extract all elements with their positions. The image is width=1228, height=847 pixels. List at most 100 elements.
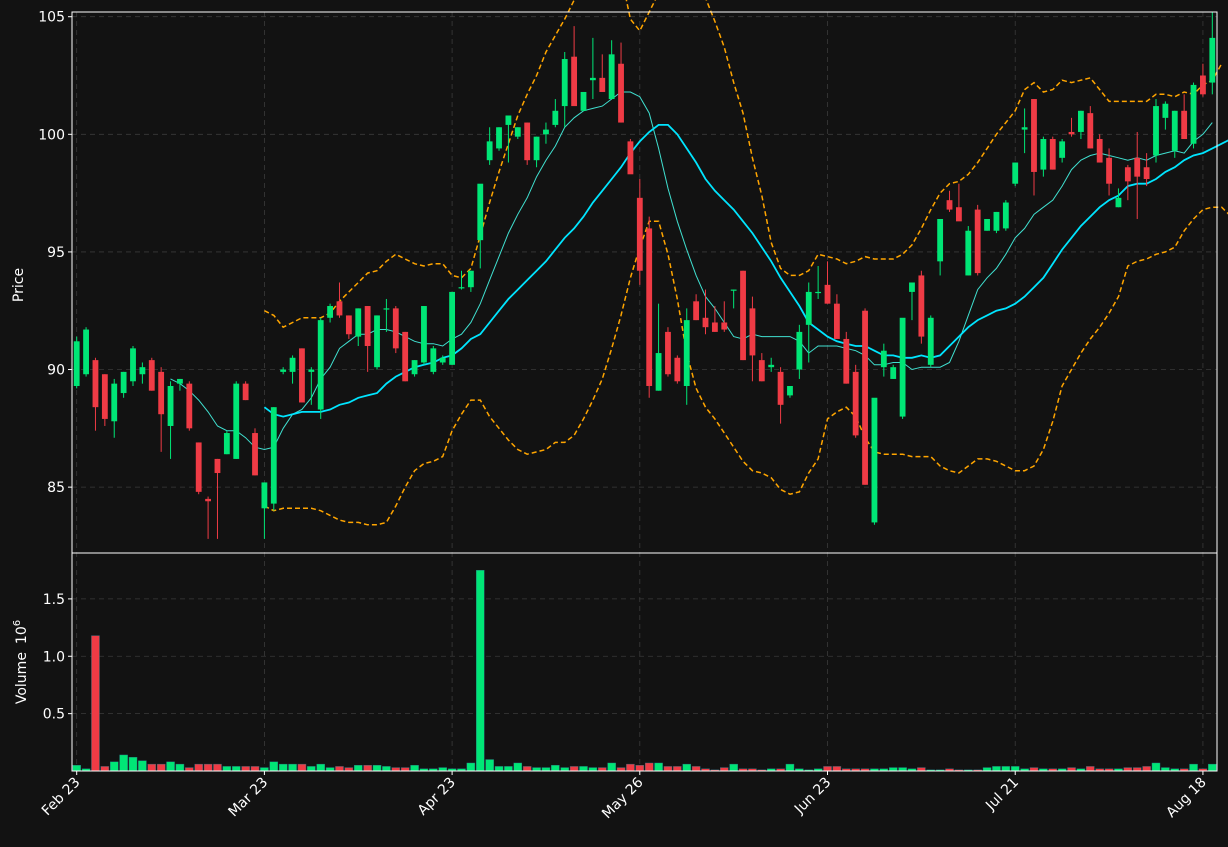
candle bbox=[393, 306, 399, 353]
candle-body bbox=[665, 332, 671, 374]
candle-body bbox=[965, 231, 971, 276]
volume-bar bbox=[1002, 766, 1010, 771]
candle-body bbox=[928, 318, 934, 365]
candle-body bbox=[1209, 38, 1215, 83]
volume-bar bbox=[1067, 768, 1075, 771]
volume-bar bbox=[382, 766, 390, 771]
volume-bar bbox=[589, 768, 597, 771]
candle bbox=[900, 318, 906, 419]
candle-body bbox=[271, 407, 277, 503]
price-tick-label: 90 bbox=[47, 363, 65, 379]
volume-bar bbox=[655, 763, 663, 771]
candle bbox=[271, 407, 277, 510]
candle-body bbox=[346, 315, 352, 334]
candle-body bbox=[872, 398, 878, 523]
candle-body bbox=[355, 308, 361, 336]
candlestick-chart: 8590951001050.51.01.5Feb 23Mar 23Apr 23M… bbox=[0, 0, 1228, 843]
candle-body bbox=[74, 341, 80, 386]
volume-bar bbox=[260, 768, 268, 771]
candle bbox=[421, 306, 427, 365]
volume-bar bbox=[73, 765, 81, 771]
candle bbox=[252, 428, 258, 475]
volume-bar bbox=[289, 764, 297, 771]
volume-bar bbox=[786, 764, 794, 771]
candle-body bbox=[750, 308, 756, 355]
candle bbox=[872, 398, 878, 525]
candle-body bbox=[862, 311, 868, 485]
price-tick-label: 95 bbox=[47, 245, 65, 261]
candle-body bbox=[1181, 111, 1187, 139]
candle-body bbox=[825, 285, 831, 304]
volume-bar bbox=[223, 766, 231, 771]
volume-bar bbox=[1208, 764, 1216, 771]
candle bbox=[646, 217, 652, 398]
candle-body bbox=[562, 59, 568, 106]
candle-body bbox=[778, 372, 784, 405]
candle-body bbox=[806, 292, 812, 325]
volume-bar bbox=[232, 766, 240, 771]
candle bbox=[374, 315, 380, 369]
candle-body bbox=[1031, 99, 1037, 172]
candle-body bbox=[1134, 158, 1140, 177]
candle-body bbox=[609, 54, 615, 99]
candle-body bbox=[468, 271, 474, 287]
candle-body bbox=[139, 367, 145, 374]
candle-body bbox=[205, 499, 211, 501]
candle bbox=[1050, 137, 1056, 170]
candle-body bbox=[93, 360, 99, 407]
volume-bar bbox=[91, 636, 99, 771]
volume-bar bbox=[1190, 764, 1198, 771]
volume-tick-label: 1.5 bbox=[43, 592, 65, 608]
candle-body bbox=[215, 459, 221, 473]
candle-body bbox=[843, 339, 849, 384]
candle-body bbox=[243, 384, 249, 400]
candle-body bbox=[233, 384, 239, 459]
candle bbox=[243, 381, 249, 400]
candle-body bbox=[402, 332, 408, 381]
candle-body bbox=[656, 353, 662, 391]
volume-bar bbox=[345, 768, 353, 771]
volume-bar bbox=[486, 760, 494, 771]
candle-body bbox=[290, 358, 296, 372]
volume-bar bbox=[335, 766, 343, 771]
candle-body bbox=[318, 320, 324, 409]
candle bbox=[1003, 200, 1009, 231]
volume-bar bbox=[439, 768, 447, 771]
candle-body bbox=[1059, 141, 1065, 157]
candle-body bbox=[1097, 139, 1103, 163]
candle bbox=[1191, 83, 1197, 149]
candle bbox=[665, 327, 671, 376]
candle-body bbox=[440, 358, 446, 363]
candle bbox=[674, 355, 680, 383]
candle-body bbox=[477, 184, 483, 240]
candle bbox=[430, 346, 436, 374]
volume-bar bbox=[1133, 768, 1141, 771]
candle-body bbox=[900, 318, 906, 417]
candle-body bbox=[787, 386, 793, 395]
candle bbox=[740, 271, 746, 360]
volume-bar bbox=[392, 768, 400, 771]
volume-bar bbox=[373, 765, 381, 771]
volume-bar bbox=[533, 768, 541, 771]
volume-bar bbox=[598, 768, 606, 771]
candle-body bbox=[712, 322, 718, 331]
candle-body bbox=[449, 292, 455, 365]
volume-bar bbox=[551, 765, 559, 771]
candle bbox=[994, 212, 1000, 233]
candle-body bbox=[1022, 127, 1028, 129]
candle-body bbox=[496, 127, 502, 148]
candle-body bbox=[937, 219, 943, 261]
volume-bar bbox=[364, 765, 372, 771]
volume-bar bbox=[495, 766, 503, 771]
candle bbox=[83, 327, 89, 376]
volume-bar bbox=[889, 768, 897, 771]
candle-body bbox=[1012, 163, 1018, 184]
candle-body bbox=[693, 301, 699, 320]
volume-bar bbox=[1161, 768, 1169, 771]
volume-bar bbox=[514, 763, 522, 771]
candle bbox=[843, 332, 849, 384]
candle-body bbox=[130, 348, 136, 381]
volume-bar bbox=[983, 768, 991, 771]
volume-bar bbox=[692, 766, 700, 771]
candle-body bbox=[177, 379, 183, 384]
